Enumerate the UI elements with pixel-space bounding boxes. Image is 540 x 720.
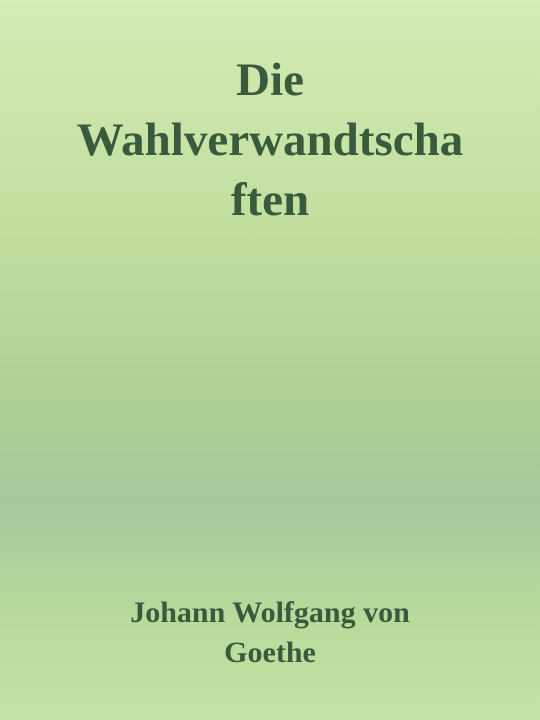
book-title-line: ften xyxy=(230,174,310,226)
book-title: Die Wahlverwandtscha ften xyxy=(0,50,540,230)
book-author: Johann Wolfgang von Goethe xyxy=(0,593,540,673)
book-title-line: Die xyxy=(236,54,304,106)
book-title-line: Wahlverwandtscha xyxy=(76,114,464,166)
book-author-line: Johann Wolfgang von xyxy=(130,596,410,629)
book-author-line: Goethe xyxy=(224,636,316,669)
book-cover: Die Wahlverwandtscha ften Johann Wolfgan… xyxy=(0,0,540,720)
